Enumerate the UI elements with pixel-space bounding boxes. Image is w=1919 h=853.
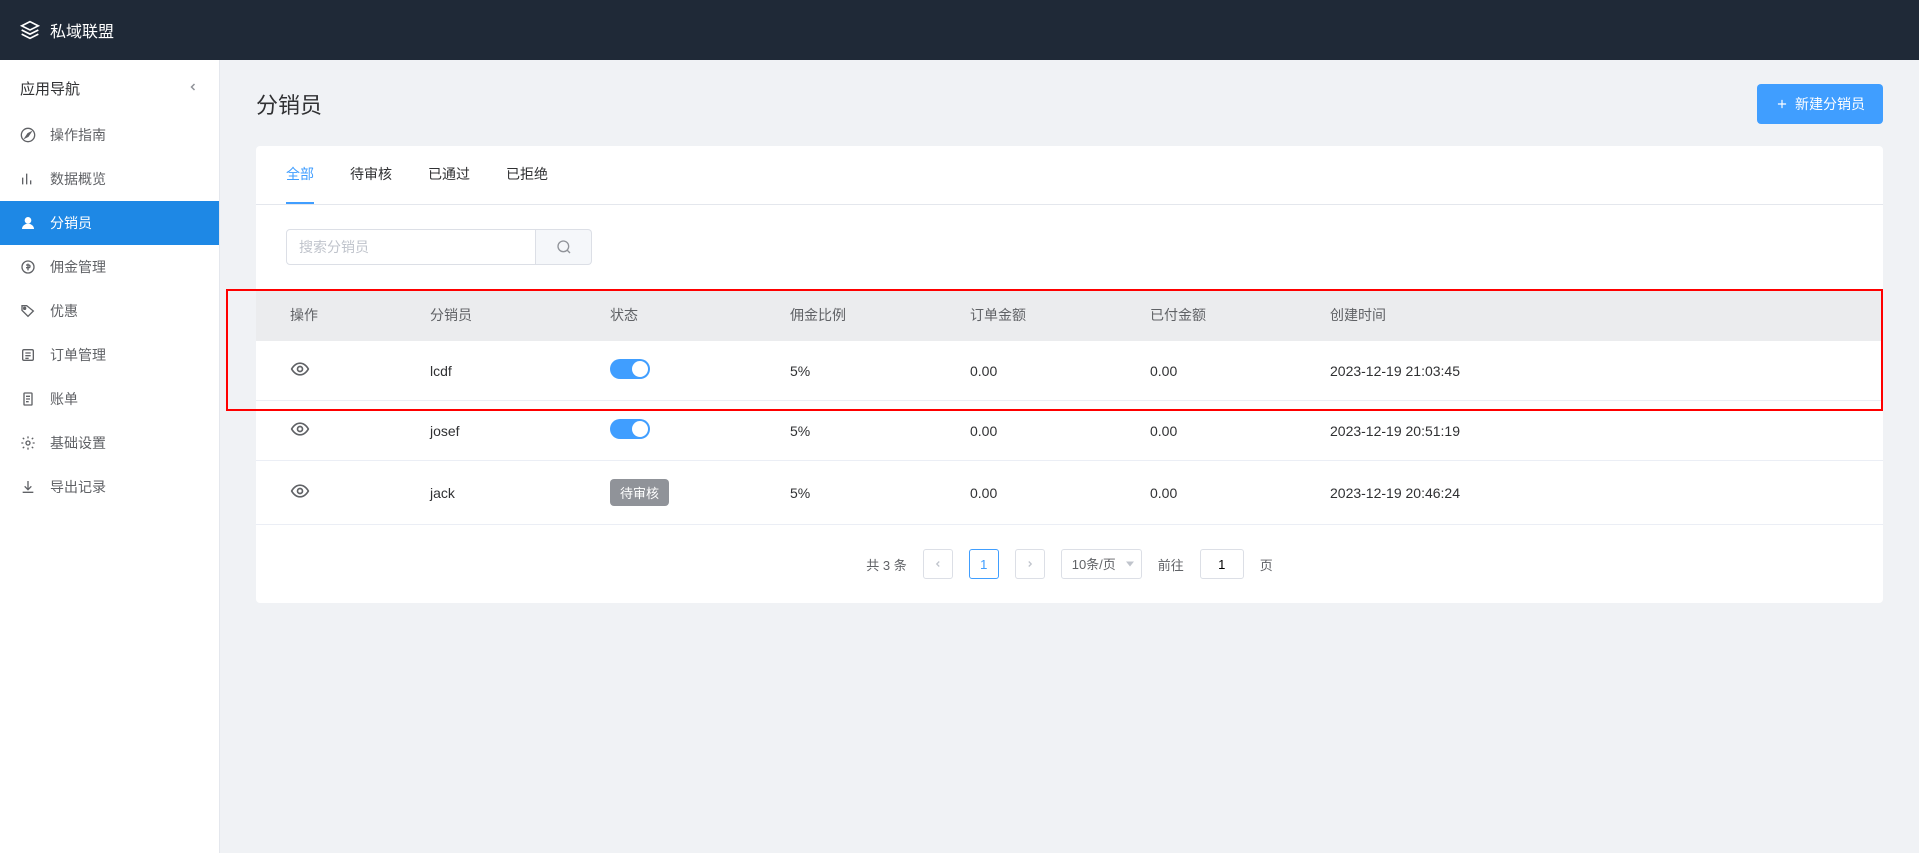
page-1-button[interactable]: 1 (969, 549, 999, 579)
chevron-right-icon (1025, 559, 1035, 569)
search-icon (556, 239, 572, 255)
tab-全部[interactable]: 全部 (286, 146, 314, 204)
pagination: 共 3 条 1 10条/页 前往 页 (256, 525, 1883, 603)
tabs: 全部待审核已通过已拒绝 (256, 146, 1883, 205)
column-header: 佣金比例 (776, 289, 956, 341)
tab-已通过[interactable]: 已通过 (428, 146, 470, 204)
eye-icon (290, 359, 310, 379)
sidebar-item-compass[interactable]: 操作指南 (0, 113, 219, 157)
sidebar-item-chart[interactable]: 数据概览 (0, 157, 219, 201)
sidebar-item-label: 分销员 (50, 213, 92, 233)
coin-icon (20, 259, 36, 275)
eye-icon (290, 481, 310, 501)
doc-icon (20, 391, 36, 407)
cell-rate: 5% (776, 401, 956, 461)
column-header: 状态 (596, 289, 776, 341)
logo: 私域联盟 (20, 18, 114, 42)
cell-name: lcdf (416, 341, 596, 401)
sidebar-item-label: 优惠 (50, 301, 78, 321)
sidebar-item-doc[interactable]: 账单 (0, 377, 219, 421)
cell-rate: 5% (776, 461, 956, 525)
cell-rate: 5% (776, 341, 956, 401)
cell-name: josef (416, 401, 596, 461)
page-size-select[interactable]: 10条/页 (1061, 549, 1142, 579)
page-head: 分销员 新建分销员 (256, 84, 1883, 124)
sidebar-item-gear[interactable]: 基础设置 (0, 421, 219, 465)
collapse-icon[interactable] (187, 80, 199, 97)
view-button[interactable] (290, 481, 310, 501)
next-page-button[interactable] (1015, 549, 1045, 579)
column-header: 分销员 (416, 289, 596, 341)
sidebar-item-label: 订单管理 (50, 345, 106, 365)
chevron-left-icon (933, 559, 943, 569)
prev-page-button[interactable] (923, 549, 953, 579)
sidebar-item-label: 基础设置 (50, 433, 106, 453)
table-row: lcdf5%0.000.002023-12-19 21:03:45 (256, 341, 1883, 401)
user-icon (20, 215, 36, 231)
compass-icon (20, 127, 36, 143)
sidebar-nav: 操作指南数据概览分销员佣金管理优惠订单管理账单基础设置导出记录 (0, 113, 219, 509)
cell-order-amount: 0.00 (956, 341, 1136, 401)
app-header: 私域联盟 (0, 0, 1919, 60)
sidebar-item-user[interactable]: 分销员 (0, 201, 219, 245)
sidebar-item-label: 数据概览 (50, 169, 106, 189)
distributor-table: 操作分销员状态佣金比例订单金额已付金额创建时间 lcdf5%0.000.0020… (256, 289, 1883, 525)
cell-paid-amount: 0.00 (1136, 341, 1316, 401)
sidebar-item-list[interactable]: 订单管理 (0, 333, 219, 377)
sidebar-item-label: 账单 (50, 389, 78, 409)
status-badge: 待审核 (610, 479, 669, 506)
column-header: 订单金额 (956, 289, 1136, 341)
gear-icon (20, 435, 36, 451)
tag-icon (20, 303, 36, 319)
cell-created: 2023-12-19 20:51:19 (1316, 401, 1883, 461)
sidebar: 应用导航 操作指南数据概览分销员佣金管理优惠订单管理账单基础设置导出记录 (0, 60, 220, 853)
table-row: jack待审核5%0.000.002023-12-19 20:46:24 (256, 461, 1883, 525)
sidebar-item-label: 佣金管理 (50, 257, 106, 277)
table-row: josef5%0.000.002023-12-19 20:51:19 (256, 401, 1883, 461)
view-button[interactable] (290, 419, 310, 439)
cell-name: jack (416, 461, 596, 525)
column-header: 已付金额 (1136, 289, 1316, 341)
page-title: 分销员 (256, 88, 322, 120)
sidebar-item-tag[interactable]: 优惠 (0, 289, 219, 333)
total-text: 共 3 条 (866, 555, 906, 574)
main-content: 分销员 新建分销员 全部待审核已通过已拒绝 操作分销员状态佣金比例订单金额已付金… (220, 60, 1919, 853)
search-input[interactable] (286, 229, 536, 265)
sidebar-item-label: 导出记录 (50, 477, 106, 497)
goto-suffix: 页 (1260, 555, 1273, 574)
sidebar-item-label: 操作指南 (50, 125, 106, 145)
tab-待审核[interactable]: 待审核 (350, 146, 392, 204)
app-title: 私域联盟 (50, 18, 114, 42)
card: 全部待审核已通过已拒绝 操作分销员状态佣金比例订单金额已付金额创建时间 lcdf… (256, 146, 1883, 603)
column-header: 操作 (256, 289, 416, 341)
cell-paid-amount: 0.00 (1136, 401, 1316, 461)
sidebar-header: 应用导航 (0, 60, 219, 113)
list-icon (20, 347, 36, 363)
cell-order-amount: 0.00 (956, 401, 1136, 461)
sidebar-item-download[interactable]: 导出记录 (0, 465, 219, 509)
plus-icon (1775, 97, 1789, 111)
view-button[interactable] (290, 359, 310, 379)
sidebar-item-coin[interactable]: 佣金管理 (0, 245, 219, 289)
tab-已拒绝[interactable]: 已拒绝 (506, 146, 548, 204)
cell-paid-amount: 0.00 (1136, 461, 1316, 525)
cell-created: 2023-12-19 20:46:24 (1316, 461, 1883, 525)
status-switch[interactable] (610, 359, 650, 379)
sidebar-title: 应用导航 (20, 78, 80, 99)
column-header: 创建时间 (1316, 289, 1883, 341)
goto-prefix: 前往 (1158, 555, 1184, 574)
eye-icon (290, 419, 310, 439)
create-btn-label: 新建分销员 (1795, 94, 1865, 114)
search-bar (256, 205, 1883, 289)
table-wrap: 操作分销员状态佣金比例订单金额已付金额创建时间 lcdf5%0.000.0020… (256, 289, 1883, 525)
cell-created: 2023-12-19 21:03:45 (1316, 341, 1883, 401)
search-button[interactable] (536, 229, 592, 265)
cube-icon (20, 20, 40, 40)
create-distributor-button[interactable]: 新建分销员 (1757, 84, 1883, 124)
cell-order-amount: 0.00 (956, 461, 1136, 525)
chart-icon (20, 171, 36, 187)
goto-input[interactable] (1200, 549, 1244, 579)
download-icon (20, 479, 36, 495)
status-switch[interactable] (610, 419, 650, 439)
